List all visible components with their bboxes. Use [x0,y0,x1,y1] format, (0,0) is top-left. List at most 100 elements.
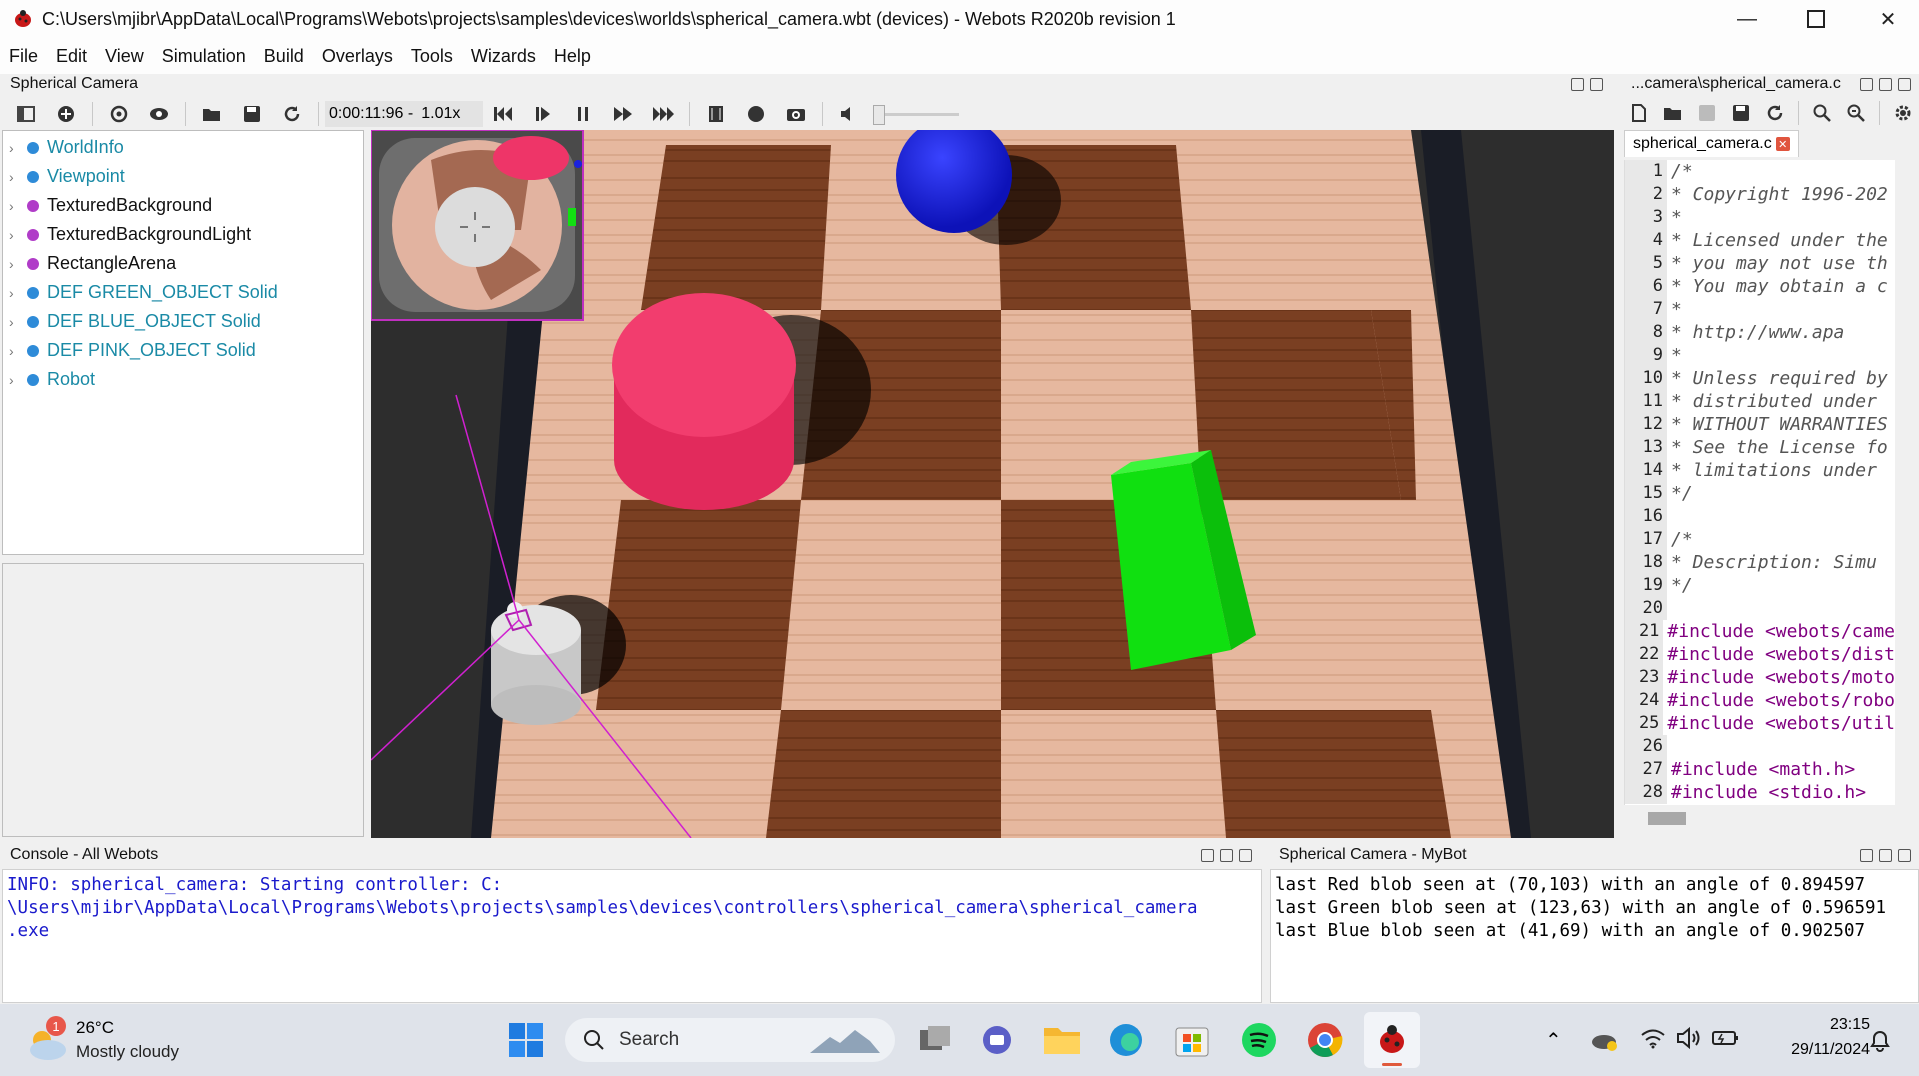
scene-tree-node[interactable]: › Viewpoint [3,162,363,191]
robot[interactable] [491,602,581,725]
chevron-right-icon[interactable]: › [9,372,23,388]
float-icon[interactable] [1860,849,1873,862]
webots-taskbar-button[interactable] [1364,1012,1420,1068]
maximize-button[interactable] [1786,0,1846,38]
volume-slider[interactable] [873,104,959,125]
scene-tree-node[interactable]: › WorldInfo [3,133,363,162]
chevron-right-icon[interactable]: › [9,198,23,214]
console-all-output[interactable]: INFO: spherical_camera: Starting control… [2,869,1262,1003]
view-options-button[interactable] [147,102,171,126]
file-explorer-button[interactable] [1043,1024,1081,1061]
code-line[interactable]: 12 * WITHOUT WARRANTIES [1625,413,1895,436]
minimize-button[interactable]: — [1717,0,1777,38]
weather-temp[interactable]: 26°C [76,1018,114,1038]
menu-build[interactable]: Build [255,46,313,67]
scene-tree-node[interactable]: › TexturedBackground [3,191,363,220]
edge-browser-button[interactable] [1108,1022,1144,1063]
code-line[interactable]: 25 #include <webots/util [1625,712,1895,735]
float-icon[interactable] [1201,849,1214,862]
code-line[interactable]: 20 [1625,597,1895,620]
code-line[interactable]: 23 #include <webots/moto [1625,666,1895,689]
record-animation-button[interactable] [704,102,728,126]
scene-tree-node[interactable]: › DEF PINK_OBJECT Solid [3,336,363,365]
code-line[interactable]: 15 */ [1625,482,1895,505]
code-line[interactable]: 4 * Licensed under the [1625,229,1895,252]
code-line[interactable]: 26 [1625,735,1895,758]
run-fast-button[interactable] [611,102,635,126]
close-panel-icon[interactable] [1898,78,1911,91]
maximize-panel-icon[interactable] [1879,849,1892,862]
code-editor[interactable]: 1/* 2 * Copyright 1996-202 3 * 4 * Licensed… [1624,160,1895,805]
step-button[interactable] [531,102,555,126]
chevron-right-icon[interactable]: › [9,140,23,156]
chevron-right-icon[interactable]: › [9,227,23,243]
clock-time[interactable]: 23:15 [1790,1016,1870,1034]
code-line[interactable]: 14 * limitations under [1625,459,1895,482]
clock-date[interactable]: 29/11/2024 [1768,1041,1870,1059]
teams-app-button[interactable] [980,1024,1014,1061]
pause-button[interactable] [571,102,595,126]
start-button[interactable] [508,1022,546,1060]
editor-panel-dock-buttons[interactable] [1860,78,1911,91]
close-button[interactable]: ✕ [1858,0,1918,38]
editor-tab[interactable]: spherical_camera.c ✕ [1624,130,1799,157]
scene-tree-splitter[interactable] [2,556,364,562]
show-hidden-icons-button[interactable]: ⌃ [1545,1028,1562,1053]
scene-tree-node[interactable]: › Robot [3,365,363,394]
close-panel-icon[interactable] [1239,849,1252,862]
menu-help[interactable]: Help [545,46,600,67]
weather-desc[interactable]: Mostly cloudy [76,1042,179,1062]
new-file-button[interactable] [1627,101,1651,125]
editor-horizontal-scrollbar[interactable] [1624,806,1894,832]
menu-edit[interactable]: Edit [47,46,96,67]
code-line[interactable]: 18 * Description: Simu [1625,551,1895,574]
menu-tools[interactable]: Tools [402,46,462,67]
code-line[interactable]: 13 * See the License fo [1625,436,1895,459]
close-panel-icon[interactable] [1898,849,1911,862]
close-panel-icon[interactable] [1590,78,1603,91]
code-line[interactable]: 28 #include <stdio.h> [1625,781,1895,804]
spotify-button[interactable] [1241,1022,1277,1063]
code-line[interactable]: 22 #include <webots/dist [1625,643,1895,666]
menu-overlays[interactable]: Overlays [313,46,402,67]
reset-view-button[interactable] [107,102,131,126]
code-line[interactable]: 3 * [1625,206,1895,229]
code-line[interactable]: 9 * [1625,344,1895,367]
microsoft-store-button[interactable] [1174,1022,1210,1063]
code-line[interactable]: 27 #include <math.h> [1625,758,1895,781]
spherical-camera-overlay[interactable] [371,130,584,321]
chevron-right-icon[interactable]: › [9,343,23,359]
3d-scene[interactable] [371,130,1614,838]
float-icon[interactable] [1571,78,1584,91]
run-fastest-button[interactable] [651,102,675,126]
close-tab-icon[interactable]: ✕ [1775,137,1790,151]
code-line[interactable]: 7 * [1625,298,1895,321]
save-all-button[interactable] [1729,101,1753,125]
console-all-dock-buttons[interactable] [1201,849,1252,862]
mute-button[interactable] [837,102,861,126]
revert-button[interactable] [1763,101,1787,125]
float-icon[interactable] [1860,78,1873,91]
maximize-panel-icon[interactable] [1220,849,1233,862]
code-line[interactable]: 24 #include <webots/robo [1625,689,1895,712]
reset-simulation-button[interactable] [491,102,515,126]
chevron-right-icon[interactable]: › [9,285,23,301]
chevron-right-icon[interactable]: › [9,169,23,185]
reload-world-button[interactable] [280,102,304,126]
code-line[interactable]: 2 * Copyright 1996-202 [1625,183,1895,206]
pink-object[interactable] [612,293,796,510]
scene-tree-node[interactable]: › DEF GREEN_OBJECT Solid [3,278,363,307]
scene-tree-node[interactable]: › DEF BLUE_OBJECT Solid [3,307,363,336]
code-line[interactable]: 21 #include <webots/came [1625,620,1895,643]
scene-tree-node[interactable]: › RectangleArena [3,249,363,278]
menu-wizards[interactable]: Wizards [462,46,545,67]
notifications-button[interactable] [1868,1028,1892,1057]
code-line[interactable]: 6 * You may obtain a c [1625,275,1895,298]
save-world-button[interactable] [240,102,264,126]
task-view-button[interactable] [918,1024,952,1059]
open-world-button[interactable] [200,102,224,126]
code-line[interactable]: 16 [1625,505,1895,528]
code-line[interactable]: 19 */ [1625,574,1895,597]
battery-tray-button[interactable] [1712,1028,1740,1053]
console-robot-dock-buttons[interactable] [1860,849,1911,862]
